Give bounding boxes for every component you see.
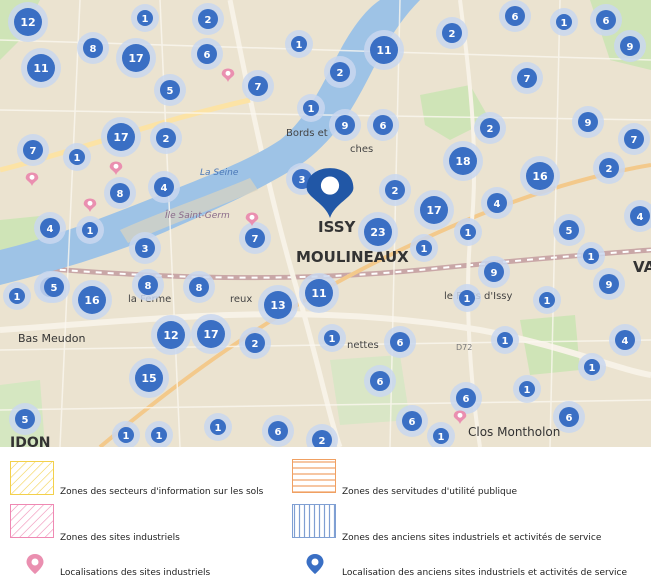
legend-swatch-asi (292, 504, 336, 538)
industrial-site-pin-icon[interactable] (25, 172, 39, 186)
legend-label-si: Zones des sites industriels (60, 533, 180, 543)
industrial-site-pin-icon[interactable] (83, 198, 97, 212)
legend-swatch-sup (292, 459, 336, 493)
legend-pink-pin-icon (25, 553, 45, 575)
industrial-site-pin-icon[interactable] (245, 212, 259, 226)
legend-label-asi: Zones des anciens sites industriels et a… (342, 533, 602, 543)
industrial-site-pin-icon[interactable] (109, 161, 123, 175)
legend-blue-pin-icon (305, 553, 325, 575)
legend-label-loc-si: Localisations des sites industriels (60, 568, 211, 578)
legend-label-loc-asi: Localisation des anciens sites industrie… (342, 568, 628, 578)
legend-swatch-sis (10, 461, 54, 495)
industrial-site-pin-icon[interactable] (453, 410, 467, 424)
location-pins[interactable] (0, 0, 651, 447)
main-location-pin-icon[interactable] (306, 168, 354, 218)
map-view[interactable]: ISSY MOULINEAUX Bords et ches Île Saint-Germ… (0, 0, 651, 447)
industrial-site-pin-icon[interactable] (221, 68, 235, 82)
legend-label-sis: Zones des secteurs d'information sur les… (60, 487, 264, 497)
legend-swatch-si (10, 504, 54, 538)
legend: Zones des secteurs d'information sur les… (0, 447, 651, 578)
legend-label-sup: Zones des servitudes d'utilité publique (342, 487, 517, 497)
